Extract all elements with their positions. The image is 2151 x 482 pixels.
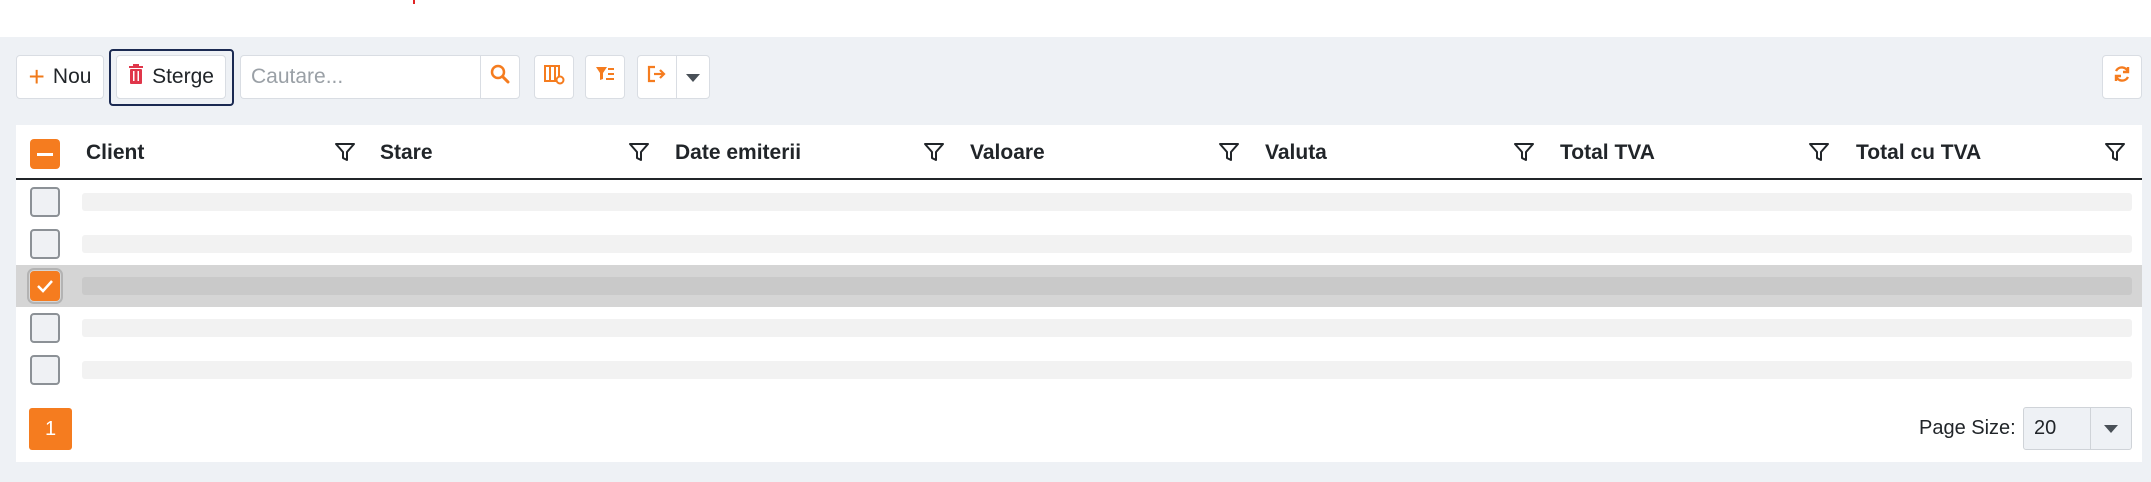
- row-checkbox[interactable]: [30, 229, 60, 259]
- blurred-row-content: [82, 319, 2132, 337]
- funnel-icon[interactable]: [923, 141, 945, 163]
- page-button-current[interactable]: 1: [29, 408, 72, 450]
- delete-button[interactable]: Sterge: [116, 55, 226, 99]
- column-header-date-emiterii[interactable]: Date emiterii: [675, 125, 801, 180]
- row-checkbox[interactable]: [30, 355, 60, 385]
- row-checkbox[interactable]: [30, 313, 60, 343]
- select-all-checkbox[interactable]: [30, 139, 60, 169]
- column-header-total-tva[interactable]: Total TVA: [1560, 125, 1655, 180]
- funnel-icon[interactable]: [334, 141, 356, 163]
- plus-icon: +: [28, 61, 45, 92]
- new-button[interactable]: + Nou: [16, 55, 104, 99]
- column-label: Valuta: [1265, 140, 1327, 164]
- column-header-valoare[interactable]: Valoare: [970, 125, 1045, 180]
- column-header-total-cu-tva[interactable]: Total cu TVA: [1856, 125, 1981, 180]
- export-button[interactable]: [637, 55, 677, 99]
- export-icon: [646, 63, 668, 91]
- filter-builder-icon: [594, 63, 616, 91]
- refresh-icon: [2112, 64, 2132, 90]
- blurred-row-content: [82, 193, 2132, 211]
- funnel-icon[interactable]: [1513, 141, 1535, 163]
- indeterminate-mark: [37, 152, 53, 156]
- grid-header: Client Stare Date emiterii Valoare Valut…: [16, 125, 2142, 180]
- column-label: Stare: [380, 140, 433, 164]
- delete-button-label: Sterge: [152, 65, 214, 88]
- page-size-label: Page Size:: [1919, 417, 2016, 439]
- refresh-button[interactable]: [2102, 55, 2142, 99]
- column-label: Total TVA: [1560, 140, 1655, 164]
- column-label: Date emiterii: [675, 140, 802, 164]
- new-button-label: Nou: [52, 65, 92, 88]
- row-checkbox[interactable]: [30, 187, 60, 217]
- search-icon: [490, 64, 510, 90]
- filter-builder-button[interactable]: [585, 55, 625, 99]
- funnel-icon[interactable]: [1218, 141, 1240, 163]
- table-row[interactable]: [16, 223, 2142, 265]
- search-button[interactable]: [480, 55, 520, 99]
- top-strip: [0, 0, 2151, 37]
- page-size-value: 20: [2034, 417, 2057, 439]
- chevron-down-icon[interactable]: [2090, 408, 2131, 449]
- column-label: Valoare: [970, 140, 1045, 164]
- funnel-icon[interactable]: [2104, 141, 2126, 163]
- funnel-icon[interactable]: [1808, 141, 1830, 163]
- column-chooser-button[interactable]: [534, 55, 574, 99]
- chevron-down-icon: [686, 65, 700, 89]
- search-input[interactable]: [240, 55, 480, 99]
- red-marker: [413, 0, 415, 4]
- row-checkbox-checked[interactable]: [27, 268, 63, 304]
- column-header-valuta[interactable]: Valuta: [1265, 125, 1327, 180]
- page-size-select[interactable]: 20: [2023, 407, 2132, 450]
- trash-icon: [128, 64, 152, 90]
- column-chooser-icon: [543, 63, 565, 91]
- blurred-row-content: [82, 361, 2132, 379]
- table-row-selected[interactable]: [16, 265, 2142, 307]
- data-grid: Client Stare Date emiterii Valoare Valut…: [16, 125, 2142, 462]
- table-row[interactable]: [16, 349, 2142, 391]
- table-row[interactable]: [16, 181, 2142, 223]
- column-header-client[interactable]: Client: [86, 125, 144, 180]
- blurred-row-content: [82, 277, 2132, 295]
- export-dropdown-button[interactable]: [676, 55, 710, 99]
- column-label: Total cu TVA: [1856, 140, 1982, 164]
- column-header-stare[interactable]: Stare: [380, 125, 433, 180]
- blurred-row-content: [82, 235, 2132, 253]
- column-label: Client: [86, 140, 145, 164]
- check-icon: [37, 280, 53, 293]
- funnel-icon[interactable]: [628, 141, 650, 163]
- table-row[interactable]: [16, 307, 2142, 349]
